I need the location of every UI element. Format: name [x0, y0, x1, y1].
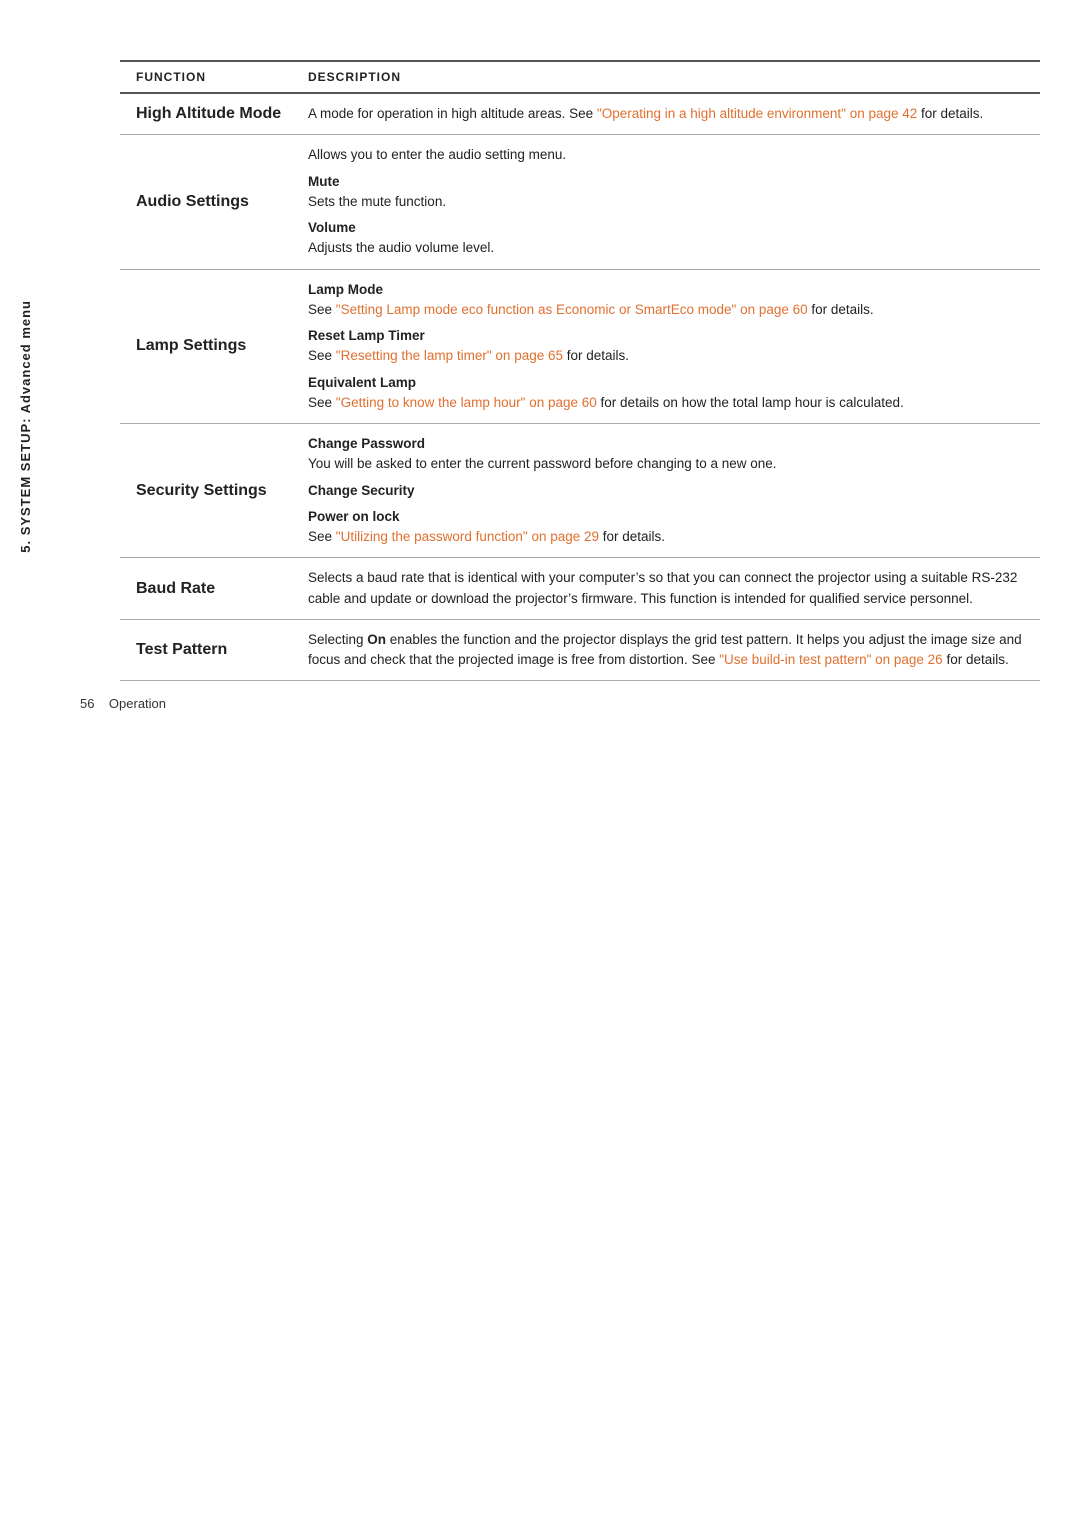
- sidebar-label: 5. SYSTEM SETUP: Advanced menu: [18, 300, 33, 553]
- function-cell-audio: Audio Settings: [120, 135, 300, 269]
- power-on-pre: See: [308, 529, 336, 544]
- audio-volume-block: Volume Adjusts the audio volume level.: [308, 218, 1024, 259]
- table-row: High Altitude Mode A mode for operation …: [120, 93, 1040, 135]
- desc-cell-high-altitude: A mode for operation in high altitude ar…: [300, 93, 1040, 135]
- desc-cell-test: Selecting On enables the function and th…: [300, 619, 1040, 681]
- reset-post: for details.: [563, 348, 629, 363]
- reset-pre: See: [308, 348, 336, 363]
- col-function-header: FUNCTION: [120, 61, 300, 93]
- function-cell-lamp: Lamp Settings: [120, 269, 300, 424]
- desc-cell-baud: Selects a baud rate that is identical wi…: [300, 558, 1040, 620]
- test-post2: for details.: [943, 652, 1009, 667]
- desc-cell-audio: Allows you to enter the audio setting me…: [300, 135, 1040, 269]
- desc-text: A mode for operation in high altitude ar…: [308, 106, 597, 121]
- audio-intro: Allows you to enter the audio setting me…: [308, 145, 1024, 165]
- change-sec-label: Change Security: [308, 481, 1024, 501]
- equiv-pre: See: [308, 395, 336, 410]
- table-row: Test Pattern Selecting On enables the fu…: [120, 619, 1040, 681]
- equiv-lamp-desc: See "Getting to know the lamp hour" on p…: [308, 393, 1024, 413]
- mute-desc: Sets the mute function.: [308, 192, 1024, 212]
- reset-lamp-block: Reset Lamp Timer See "Resetting the lamp…: [308, 326, 1024, 367]
- test-bold: On: [367, 632, 386, 647]
- lamp-mode-label: Lamp Mode: [308, 280, 1024, 300]
- table-row: Lamp Settings Lamp Mode See "Setting Lam…: [120, 269, 1040, 424]
- link-operating-high-altitude: "Operating in a high altitude environmen…: [597, 106, 917, 121]
- reset-link: "Resetting the lamp timer" on page 65: [336, 348, 563, 363]
- volume-label: Volume: [308, 218, 1024, 238]
- power-on-post: for details.: [599, 529, 665, 544]
- page-number: 56: [80, 696, 94, 711]
- reset-lamp-desc: See "Resetting the lamp timer" on page 6…: [308, 346, 1024, 366]
- equiv-lamp-label: Equivalent Lamp: [308, 373, 1024, 393]
- change-pw-label: Change Password: [308, 434, 1024, 454]
- function-cell-high-altitude: High Altitude Mode: [120, 93, 300, 135]
- power-on-block: Power on lock See "Utilizing the passwor…: [308, 507, 1024, 548]
- lamp-mode-post: for details.: [808, 302, 874, 317]
- mute-label: Mute: [308, 172, 1024, 192]
- desc-cell-lamp: Lamp Mode See "Setting Lamp mode eco fun…: [300, 269, 1040, 424]
- footer-label: Operation: [109, 696, 166, 711]
- change-pw-desc: You will be asked to enter the current p…: [308, 454, 1024, 474]
- main-table: FUNCTION DESCRIPTION High Altitude Mode …: [120, 60, 1040, 681]
- table-row: Security Settings Change Password You wi…: [120, 424, 1040, 558]
- power-on-desc: See "Utilizing the password function" on…: [308, 527, 1024, 547]
- equiv-link: "Getting to know the lamp hour" on page …: [336, 395, 597, 410]
- test-link: "Use build-in test pattern" on page 26: [719, 652, 942, 667]
- function-cell-security: Security Settings: [120, 424, 300, 558]
- power-on-link: "Utilizing the password function" on pag…: [336, 529, 599, 544]
- lamp-mode-desc: See "Setting Lamp mode eco function as E…: [308, 300, 1024, 320]
- equiv-post: for details on how the total lamp hour i…: [597, 395, 904, 410]
- footer: 56 Operation: [80, 696, 166, 711]
- desc-text-2: for details.: [917, 106, 983, 121]
- lamp-mode-link: "Setting Lamp mode eco function as Econo…: [336, 302, 808, 317]
- function-cell-baud: Baud Rate: [120, 558, 300, 620]
- lamp-mode-pre: See: [308, 302, 336, 317]
- table-row: Baud Rate Selects a baud rate that is id…: [120, 558, 1040, 620]
- desc-cell-security: Change Password You will be asked to ent…: [300, 424, 1040, 558]
- table-row: Audio Settings Allows you to enter the a…: [120, 135, 1040, 269]
- page-wrapper: 5. SYSTEM SETUP: Advanced menu FUNCTION …: [0, 0, 1080, 761]
- lamp-mode-block: Lamp Mode See "Setting Lamp mode eco fun…: [308, 280, 1024, 321]
- col-description-header: DESCRIPTION: [300, 61, 1040, 93]
- volume-desc: Adjusts the audio volume level.: [308, 238, 1024, 258]
- equiv-lamp-block: Equivalent Lamp See "Getting to know the…: [308, 373, 1024, 414]
- audio-mute-block: Mute Sets the mute function.: [308, 172, 1024, 213]
- change-sec-block: Change Security: [308, 481, 1024, 501]
- reset-lamp-label: Reset Lamp Timer: [308, 326, 1024, 346]
- change-pw-block: Change Password You will be asked to ent…: [308, 434, 1024, 475]
- test-pre: Selecting: [308, 632, 367, 647]
- function-cell-test: Test Pattern: [120, 619, 300, 681]
- power-on-label: Power on lock: [308, 507, 1024, 527]
- baud-desc: Selects a baud rate that is identical wi…: [308, 570, 1017, 605]
